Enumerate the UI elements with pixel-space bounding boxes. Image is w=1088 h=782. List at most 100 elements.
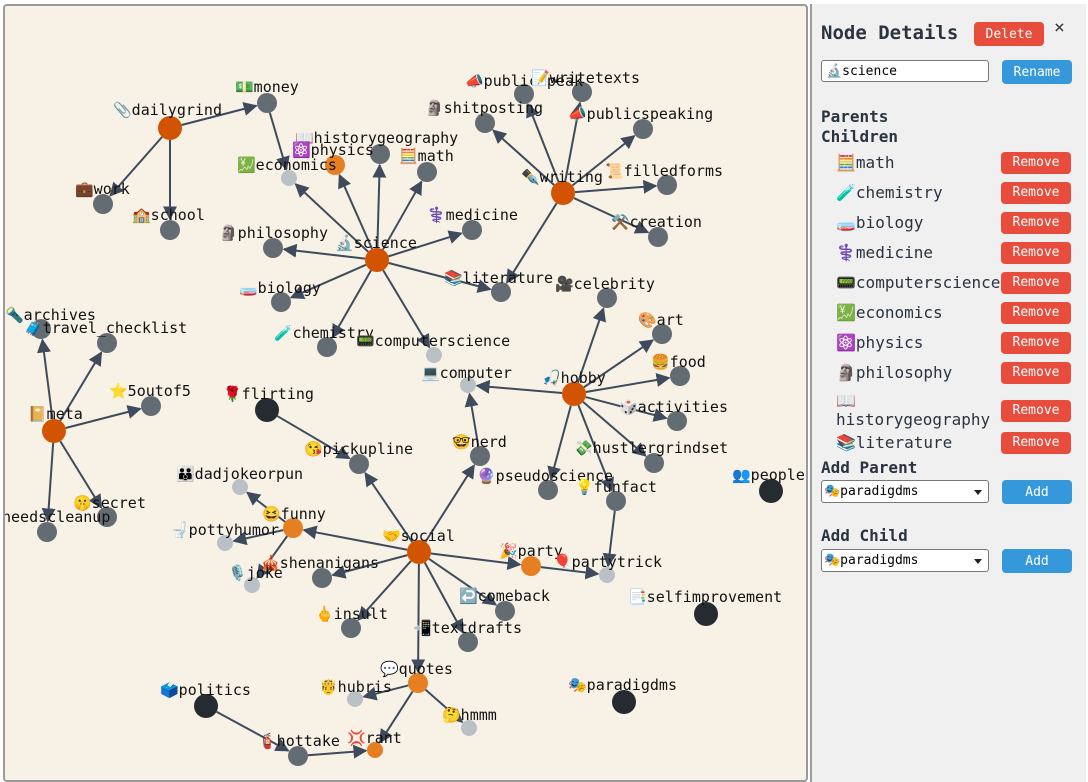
node-label-writetexts: 📝writetexts (531, 69, 640, 87)
node-label-activities: 🎲activities (619, 398, 728, 416)
edge-hottake-rant (307, 744, 368, 759)
node-label-hubris: 🤴hubris (319, 678, 392, 696)
node-label-computer: 💻computer (421, 364, 512, 382)
child-label: 🗿philosophy (836, 363, 953, 382)
graph-canvas[interactable]: 💵money 📎dailygrind 💼work 🏫school 📖historygeo… (3, 4, 808, 782)
node-label-dadjokeorpun: 👪dadjokeorpun (176, 465, 303, 483)
delete-node-button[interactable]: Delete (974, 22, 1044, 46)
node-name-input[interactable]: 🔬science (821, 60, 989, 82)
node-label-partytrick: 🎈partytrick (553, 552, 662, 571)
node-label-work: 💼work (75, 180, 130, 198)
add-parent-heading: Add Parent (821, 458, 918, 477)
node-details-panel: Node Details Delete × 🔬science Rename Pa… (810, 4, 1086, 782)
add-child-heading: Add Child (821, 526, 908, 545)
remove-child-button[interactable]: Remove (1001, 302, 1071, 324)
node-label-hmmm: 🤔hmmm (442, 706, 497, 724)
child-label: 🧪chemistry (836, 183, 943, 202)
node-label-hottake: 🧯hottake (258, 732, 340, 750)
remove-child-button[interactable]: Remove (1001, 272, 1071, 294)
child-label: ⚛️physics (836, 333, 924, 352)
node-label-science: 🔬science (335, 233, 417, 252)
node-label-paradigdms: 🎭paradigdms (568, 676, 677, 694)
node-label-math: 🧮math (399, 147, 454, 165)
remove-child-button[interactable]: Remove (1001, 212, 1071, 234)
node-label-pottyhumor: 🚽pottyhumor (170, 521, 279, 539)
remove-child-button[interactable]: Remove (1001, 242, 1071, 264)
edge-social-quotes (411, 563, 426, 674)
parents-heading: Parents (821, 107, 889, 126)
node-math[interactable] (417, 162, 437, 182)
node-label-selfimprovement: 📑selfimprovement (628, 588, 782, 606)
child-label: 📚literature (836, 433, 953, 452)
node-label-nerd: 🤓nerd (452, 433, 507, 451)
graph-svg[interactable]: 💵money📎dailygrind💼work🏫school📖historygeo… (5, 6, 808, 782)
node-label-hobby: 🎣hobby (542, 368, 606, 387)
node-label-money: 💵money (235, 78, 299, 96)
children-heading: Children (821, 127, 899, 146)
remove-child-button[interactable]: Remove (1001, 400, 1071, 422)
node-label-comeback: ↩️comeback (459, 587, 550, 605)
node-label-funfact: 💡funfact (575, 478, 657, 496)
node-label-biology: 🧫biology (239, 279, 321, 297)
node-label-school: 🏫school (132, 206, 205, 224)
add-parent-selected-value: 🎭paradigdms (824, 484, 919, 499)
node-label-shitposting: 🗿shitposting (425, 99, 543, 117)
node-label-meta: 📔meta (28, 405, 83, 423)
node-label-philosophy: 🗿philosophy (219, 224, 328, 242)
child-label: 📟computerscience (836, 273, 1001, 292)
node-money[interactable] (257, 93, 277, 113)
remove-child-button[interactable]: Remove (1001, 362, 1071, 384)
node-label-hustlergrindset: 💸hustlergrindset (574, 439, 728, 457)
remove-child-button[interactable]: Remove (1001, 152, 1071, 174)
child-row: 💹economics Remove (836, 302, 1082, 326)
chevron-down-icon (974, 490, 982, 495)
node-label-quotes: 💬quotes (380, 660, 453, 678)
node-label-publicspeaking: 📣publicspeaking (568, 105, 713, 123)
remove-child-button[interactable]: Remove (1001, 432, 1071, 454)
node-label-pickupline: 😘pickupline (304, 440, 413, 458)
node-label-creation: ⚒️creation (611, 213, 702, 231)
edge-writing-filledforms (574, 179, 658, 194)
child-label-continued: historygeography (836, 410, 991, 429)
add-child-button[interactable]: Add (1002, 549, 1072, 573)
node-label-needscleanup: needscleanup (5, 508, 110, 526)
node-label-computerscience: 📟computerscience (356, 332, 510, 350)
child-row: 📚literature Remove (836, 432, 1082, 456)
add-child-selected-value: 🎭paradigdms (824, 553, 919, 568)
node-label-economics: 💹economics (237, 156, 337, 174)
node-label-art: 🎨art (638, 310, 684, 329)
edges-layer (37, 101, 671, 759)
node-label-literature: 📚literature (444, 269, 553, 287)
remove-child-button[interactable]: Remove (1001, 332, 1071, 354)
node-label-5outof5: ⭐5outof5 (109, 382, 191, 400)
node-label-dailygrind: 📎dailygrind (113, 100, 222, 119)
child-label: 🧮math (836, 153, 895, 172)
node-label-rant: 💢rant (347, 729, 402, 747)
add-parent-button[interactable]: Add (1002, 480, 1072, 504)
child-row: 🧪chemistry Remove (836, 182, 1082, 206)
panel-title: Node Details (821, 22, 959, 44)
node-label-textdrafts: 📲textdrafts (413, 619, 522, 637)
child-row: ⚛️physics Remove (836, 332, 1082, 356)
node-label-celebrity: 🎥celebrity (555, 275, 655, 293)
node-label-joke: 🎙️joke (228, 564, 283, 582)
node-label-flirting: 🌹flirting (223, 384, 314, 403)
node-label-filledforms: 📜filledforms (605, 162, 723, 180)
close-icon[interactable]: × (1054, 17, 1065, 38)
node-label-travel_checklist: 🧳travel_checklist (24, 319, 187, 337)
add-parent-select[interactable]: 🎭paradigdms (821, 480, 989, 503)
child-row: 🗿philosophy Remove (836, 362, 1082, 386)
remove-child-button[interactable]: Remove (1001, 182, 1071, 204)
labels-layer: 💵money📎dailygrind💼work🏫school📖historygeo… (5, 69, 805, 750)
child-label: ⚕️medicine (836, 243, 933, 262)
node-label-insult: 🖕insult (315, 605, 388, 623)
rename-button[interactable]: Rename (1002, 60, 1072, 84)
node-dailygrind[interactable] (158, 116, 182, 140)
chevron-down-icon (974, 559, 982, 564)
child-row: 📟computerscience Remove (836, 272, 1082, 296)
add-child-select[interactable]: 🎭paradigdms (821, 549, 989, 572)
node-label-food: 🍔food (651, 353, 706, 371)
node-label-politics: 🗳️politics (160, 681, 251, 699)
child-label: 💹economics (836, 303, 943, 322)
child-row: 🧮math Remove (836, 152, 1082, 176)
